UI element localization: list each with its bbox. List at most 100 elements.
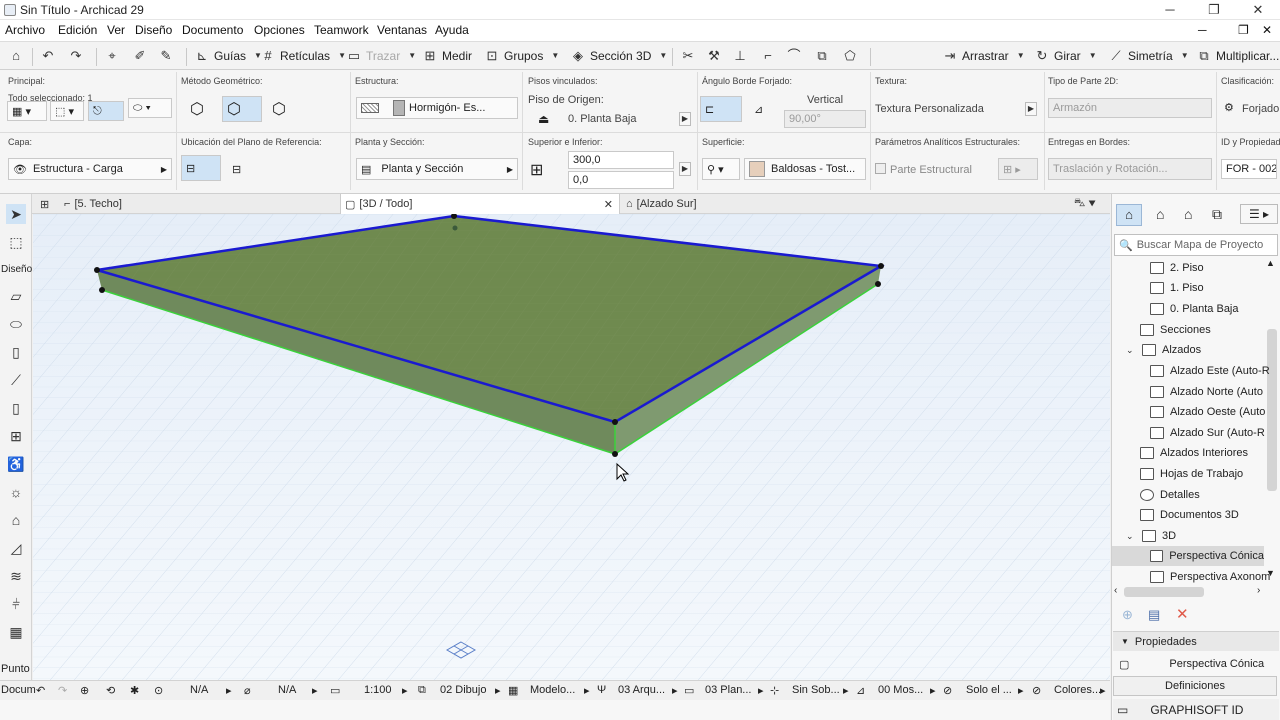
definiciones-button[interactable]: Definiciones bbox=[1113, 676, 1277, 696]
menu-opciones[interactable]: Opciones bbox=[254, 23, 305, 37]
structure-display-value[interactable]: Solo el ... bbox=[966, 684, 1012, 696]
3d-scene[interactable] bbox=[33, 214, 1110, 680]
wall-tool-icon[interactable]: ▱ bbox=[6, 286, 26, 306]
tree-item-alzado-oeste[interactable]: Alzado Oeste (Auto bbox=[1150, 402, 1265, 422]
project-map-icon[interactable]: ⌂ bbox=[1116, 204, 1142, 226]
walk-icon[interactable]: ✱ bbox=[130, 684, 139, 697]
restore-button[interactable]: ❐ bbox=[1192, 0, 1236, 20]
elevate-icon[interactable]: ⊥ bbox=[732, 46, 748, 66]
tab-3d-todo[interactable]: ▢ [3D / Todo] ✕ bbox=[340, 194, 620, 214]
planta-seccion-select[interactable]: ▤ Planta y Sección ▶ bbox=[356, 158, 518, 180]
vertical-edge-icon[interactable]: ⊏ bbox=[700, 96, 742, 122]
slab-basic-icon[interactable]: ⬡ bbox=[186, 97, 216, 121]
3d-viewport[interactable] bbox=[33, 214, 1110, 680]
selection-filter-icon[interactable]: ⬚ ▾ bbox=[50, 101, 84, 121]
clasificacion-value[interactable]: Forjado bbox=[1242, 103, 1279, 115]
id-input[interactable]: FOR - 002 bbox=[1221, 159, 1277, 179]
orbit-icon[interactable]: ⟲ bbox=[106, 684, 115, 697]
lamp-tool-icon[interactable]: ☼ bbox=[6, 482, 26, 502]
scroll-up-icon[interactable]: ▲ bbox=[1266, 258, 1275, 268]
propiedades-header[interactable]: ▼ Propiedades bbox=[1113, 631, 1279, 651]
zoom-icon[interactable]: ⊙ bbox=[154, 684, 163, 697]
menu-ventanas[interactable]: Ventanas bbox=[377, 23, 427, 37]
inject-parameters-icon[interactable]: ✎ bbox=[158, 46, 174, 66]
navigator-menu-icon[interactable]: ☰ ▸ bbox=[1240, 204, 1278, 224]
window-tool-icon[interactable]: ⊞ bbox=[6, 426, 26, 446]
tab-techo[interactable]: ⌐ [5. Techo] bbox=[60, 194, 338, 214]
stair-tool-icon[interactable]: ≋ bbox=[6, 566, 26, 586]
undo-icon[interactable]: ↶ bbox=[40, 46, 56, 66]
grupos-button[interactable]: ⊡ Grupos ▼ bbox=[484, 46, 563, 66]
tree-item-1-piso[interactable]: 1. Piso bbox=[1150, 278, 1204, 298]
override-value[interactable]: Sin Sob... bbox=[792, 684, 840, 696]
view-settings-icon[interactable]: ▤ bbox=[1148, 607, 1160, 623]
split-icon[interactable]: ✂ bbox=[680, 46, 696, 66]
pen-set-value[interactable]: 03 Arqu... bbox=[618, 684, 665, 696]
element-type-icon[interactable]: ⬭ ▾ bbox=[128, 98, 172, 118]
scroll-left-icon[interactable]: ‹ bbox=[1114, 585, 1117, 596]
surface-override-icon[interactable]: ⚲ ▾ bbox=[702, 158, 740, 180]
top-offset-input[interactable]: 300,0 bbox=[568, 151, 674, 169]
close-tab-icon[interactable]: ✕ bbox=[604, 198, 613, 211]
simetria-button[interactable]: ⟋ Simetría ▼ bbox=[1108, 46, 1193, 66]
tree-item-2-piso[interactable]: 2. Piso bbox=[1150, 258, 1204, 278]
tab-alzado-sur[interactable]: ⌂ [Alzado Sur] bbox=[622, 194, 902, 214]
pick-up-parameters-icon[interactable]: ✐ bbox=[132, 46, 148, 66]
textura-arrow[interactable]: ▶ bbox=[1025, 102, 1037, 116]
redo-icon[interactable]: ↷ bbox=[68, 46, 84, 66]
guias-button[interactable]: ⊾ Guías ▼ bbox=[194, 46, 266, 66]
entregas-select[interactable]: Traslación y Rotación... bbox=[1048, 158, 1212, 180]
chevron-down-icon[interactable]: ⌄ bbox=[1126, 531, 1136, 542]
piso-origen-arrow[interactable]: ▶ bbox=[679, 112, 691, 126]
delete-view-icon[interactable]: ✕ bbox=[1176, 605, 1189, 623]
estructura-select[interactable]: Hormigón- Es... bbox=[356, 97, 518, 119]
search-project-map[interactable]: 🔍 Buscar Mapa de Proyecto bbox=[1114, 234, 1278, 256]
tree-item-alzados[interactable]: ⌄ Alzados bbox=[1126, 340, 1201, 360]
tab-options-icon[interactable]: ⛍ ▾ bbox=[1070, 194, 1096, 214]
parte-estructural-checkbox[interactable] bbox=[875, 163, 886, 174]
tree-item-detalles[interactable]: Detalles bbox=[1140, 485, 1200, 505]
trazar-button[interactable]: ▭ Trazar ▼ bbox=[346, 46, 420, 66]
doc-close-icon[interactable]: ✕ bbox=[1262, 23, 1272, 37]
shell-tool-icon[interactable]: ◿ bbox=[6, 538, 26, 558]
redo-view-icon[interactable]: ↷ bbox=[58, 684, 67, 697]
rotation-icon[interactable]: ⌀ bbox=[244, 684, 251, 697]
tree-item-hojas-trabajo[interactable]: Hojas de Trabajo bbox=[1140, 464, 1243, 484]
tree-item-secciones[interactable]: Secciones bbox=[1140, 320, 1211, 340]
chevron-down-icon[interactable]: ⌄ bbox=[1126, 345, 1136, 356]
navigator-scrollbar[interactable] bbox=[1267, 329, 1277, 491]
column-tool-icon[interactable]: ▯ bbox=[6, 342, 26, 362]
menu-ver[interactable]: Ver bbox=[107, 23, 125, 37]
object-tool-icon[interactable]: ♿ bbox=[6, 454, 26, 474]
find-select-icon[interactable]: ⌖ bbox=[104, 46, 120, 66]
rotation-value[interactable]: N/A bbox=[278, 684, 296, 696]
adjust-icon[interactable]: ⚒ bbox=[706, 46, 722, 66]
custom-angle-icon[interactable]: ⊿ bbox=[750, 97, 780, 121]
home-icon[interactable]: ⌂ bbox=[8, 46, 24, 66]
sup-inf-arrow[interactable]: ▶ bbox=[679, 162, 691, 176]
tab-overview[interactable]: ⊞ bbox=[36, 194, 49, 214]
superficie-select[interactable]: Baldosas - Tost... bbox=[744, 158, 866, 180]
tree-item-perspectiva-axonom[interactable]: Perspectiva Axonom bbox=[1150, 567, 1270, 587]
tree-item-alzados-interiores[interactable]: Alzados Interiores bbox=[1140, 443, 1248, 463]
graphic-override-value[interactable]: Colores... bbox=[1054, 684, 1101, 696]
navigator-hscrollbar[interactable] bbox=[1124, 587, 1204, 597]
slab-tool-icon[interactable]: ⬭ bbox=[6, 314, 26, 334]
favorites-icon[interactable]: ▦ ▾ bbox=[7, 101, 47, 121]
model-view-value[interactable]: Modelo... bbox=[530, 684, 575, 696]
capa-select[interactable]: 👁 Estructura - Carga ▶ bbox=[8, 158, 172, 180]
medir-button[interactable]: ⊞ Medir bbox=[422, 46, 472, 66]
tree-item-perspectiva-conica[interactable]: Perspectiva Cónica bbox=[1112, 546, 1264, 566]
reticulas-button[interactable]: # Retículas ▼ bbox=[260, 46, 350, 66]
arrastrar-button[interactable]: ⇥ Arrastrar ▼ bbox=[942, 46, 1029, 66]
new-view-icon[interactable]: ⊕ bbox=[1122, 607, 1133, 623]
menu-teamwork[interactable]: Teamwork bbox=[314, 23, 369, 37]
multiplicar-button[interactable]: ⧉ Multiplicar... bbox=[1196, 46, 1279, 66]
layout-book-icon[interactable]: ⌂ bbox=[1184, 206, 1192, 222]
graphisoft-id-bar[interactable]: ▭ GRAPHISOFT ID bbox=[1113, 699, 1279, 720]
layer-combo-value[interactable]: 02 Dibujo bbox=[440, 684, 486, 696]
girar-button[interactable]: ↻ Girar ▼ bbox=[1034, 46, 1101, 66]
tree-item-planta-baja[interactable]: 0. Planta Baja bbox=[1150, 299, 1239, 319]
marquee-tool-icon[interactable]: ⬚ bbox=[6, 232, 26, 252]
railing-tool-icon[interactable]: ⫩ bbox=[6, 594, 26, 614]
